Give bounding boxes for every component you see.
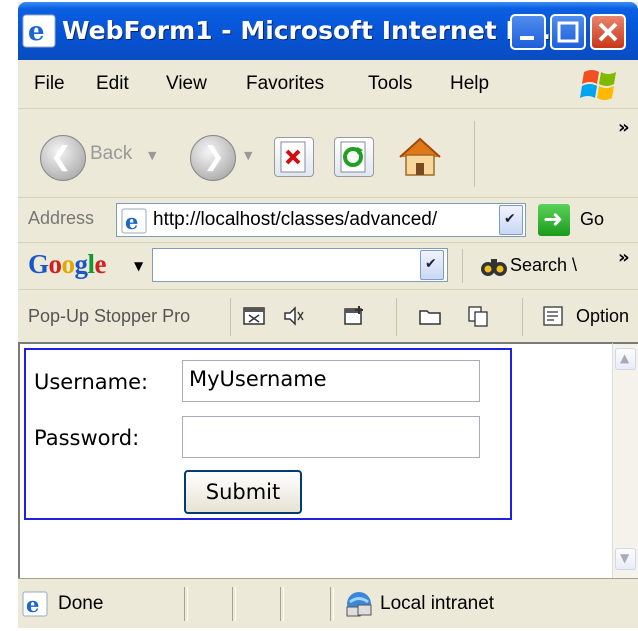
block-popup-icon[interactable] xyxy=(242,304,266,328)
menu-help[interactable]: Help xyxy=(450,73,489,95)
binoculars-icon[interactable] xyxy=(480,253,508,279)
address-label: Address xyxy=(28,208,95,228)
toolbar-separator xyxy=(474,121,475,187)
status-divider xyxy=(330,587,334,621)
status-text: Done xyxy=(58,593,104,614)
forward-button[interactable]: ❯ xyxy=(190,135,236,181)
go-label[interactable]: Go xyxy=(580,209,604,230)
page-status-icon: e xyxy=(22,591,48,617)
options-label[interactable]: Option xyxy=(576,306,629,327)
google-overflow-chevron[interactable]: » xyxy=(618,247,630,268)
popup-stopper-label: Pop-Up Stopper Pro xyxy=(28,306,191,326)
maximize-button[interactable] xyxy=(550,14,586,50)
security-zone-label: Local intranet xyxy=(380,593,495,614)
address-url: http://localhost/classes/advanced/ xyxy=(153,209,438,230)
svg-text:e: e xyxy=(125,209,138,234)
window-title: WebForm1 - Microsoft Internet E... xyxy=(62,16,552,45)
submit-button[interactable]: Submit xyxy=(184,470,302,514)
toolbar-overflow-chevron[interactable]: » xyxy=(618,117,630,138)
popup-separator xyxy=(230,298,231,336)
google-search-label[interactable]: Search \ xyxy=(510,255,577,276)
menu-view[interactable]: View xyxy=(166,73,207,95)
google-separator xyxy=(462,249,463,283)
home-icon[interactable] xyxy=(396,133,444,181)
vertical-scrollbar[interactable]: ▲ ▼ xyxy=(612,342,638,578)
address-input[interactable]: e http://localhost/classes/advanced/ ✔ xyxy=(116,203,526,237)
back-arrow-icon: ❮ xyxy=(50,142,72,172)
forward-dropdown-icon[interactable]: ▼ xyxy=(244,149,252,162)
chevron-up-icon: ▲ xyxy=(620,351,630,365)
standard-toolbar: ❮ Back ▼ ❯ ▼ » xyxy=(18,109,638,198)
options-icon[interactable] xyxy=(542,304,566,328)
back-button[interactable]: ❮ xyxy=(40,135,86,181)
username-input[interactable]: MyUsername xyxy=(182,360,480,402)
address-bar: Address e http://localhost/classes/advan… xyxy=(18,198,638,243)
chevron-down-icon: ✔ xyxy=(504,211,516,227)
refresh-button[interactable] xyxy=(334,137,374,177)
close-button[interactable] xyxy=(590,14,626,50)
svg-text:e: e xyxy=(26,592,39,617)
address-dropdown-button[interactable]: ✔ xyxy=(499,205,523,235)
maximize-icon xyxy=(557,21,579,43)
go-button[interactable]: ➜ xyxy=(538,204,570,236)
scroll-down-button[interactable]: ▼ xyxy=(615,548,636,570)
windows-logo-icon xyxy=(580,70,616,100)
minimize-icon xyxy=(520,36,534,40)
page-ie-icon: e xyxy=(121,208,147,234)
login-form: Username: MyUsername Password: Submit xyxy=(24,348,512,520)
popup-separator xyxy=(522,298,523,336)
back-label: Back xyxy=(90,143,133,164)
username-label: Username: xyxy=(34,370,149,394)
google-toolbar: Google ▼ ✔ Search \ » xyxy=(18,243,638,290)
popup-stopper-toolbar: Pop-Up Stopper Pro Option xyxy=(18,290,638,342)
forward-arrow-icon: ❯ xyxy=(203,142,225,172)
status-divider xyxy=(184,587,188,621)
menu-favorites[interactable]: Favorites xyxy=(246,73,324,95)
ie-icon: e xyxy=(22,14,56,48)
back-dropdown-icon[interactable]: ▼ xyxy=(148,149,156,162)
status-divider xyxy=(232,587,236,621)
copy-icon[interactable] xyxy=(466,304,490,328)
google-search-input[interactable] xyxy=(152,248,448,282)
allow-popup-icon[interactable] xyxy=(342,304,366,328)
password-input[interactable] xyxy=(182,416,480,458)
stop-button[interactable] xyxy=(274,137,314,177)
minimize-button[interactable] xyxy=(510,14,546,50)
menu-edit[interactable]: Edit xyxy=(96,73,129,95)
refresh-icon xyxy=(340,141,366,173)
local-intranet-icon xyxy=(346,592,372,617)
menu-file[interactable]: File xyxy=(34,73,65,95)
password-label: Password: xyxy=(34,426,140,450)
google-search-dropdown-button[interactable]: ✔ xyxy=(420,250,444,280)
sound-mute-icon[interactable] xyxy=(282,304,306,328)
status-divider xyxy=(280,587,284,621)
stop-icon xyxy=(280,141,306,173)
chevron-down-icon: ✔ xyxy=(425,256,437,272)
page-content: Username: MyUsername Password: Submit xyxy=(18,342,612,578)
go-arrow-icon: ➜ xyxy=(543,205,564,233)
folder-icon[interactable] xyxy=(418,304,442,328)
title-bar[interactable]: e WebForm1 - Microsoft Internet E... xyxy=(18,2,638,60)
browser-window: e WebForm1 - Microsoft Internet E... Fil… xyxy=(18,2,638,628)
google-logo[interactable]: Google xyxy=(28,249,107,280)
scroll-up-button[interactable]: ▲ xyxy=(615,348,636,370)
status-bar: e Done Local intranet xyxy=(18,578,638,628)
chevron-down-icon: ▼ xyxy=(620,551,630,565)
close-icon xyxy=(598,22,618,42)
popup-separator xyxy=(396,298,397,336)
menu-bar: File Edit View Favorites Tools Help xyxy=(18,60,638,109)
google-menu-dropdown-icon[interactable]: ▼ xyxy=(134,259,143,273)
svg-text:e: e xyxy=(28,17,45,47)
menu-tools[interactable]: Tools xyxy=(368,73,412,95)
